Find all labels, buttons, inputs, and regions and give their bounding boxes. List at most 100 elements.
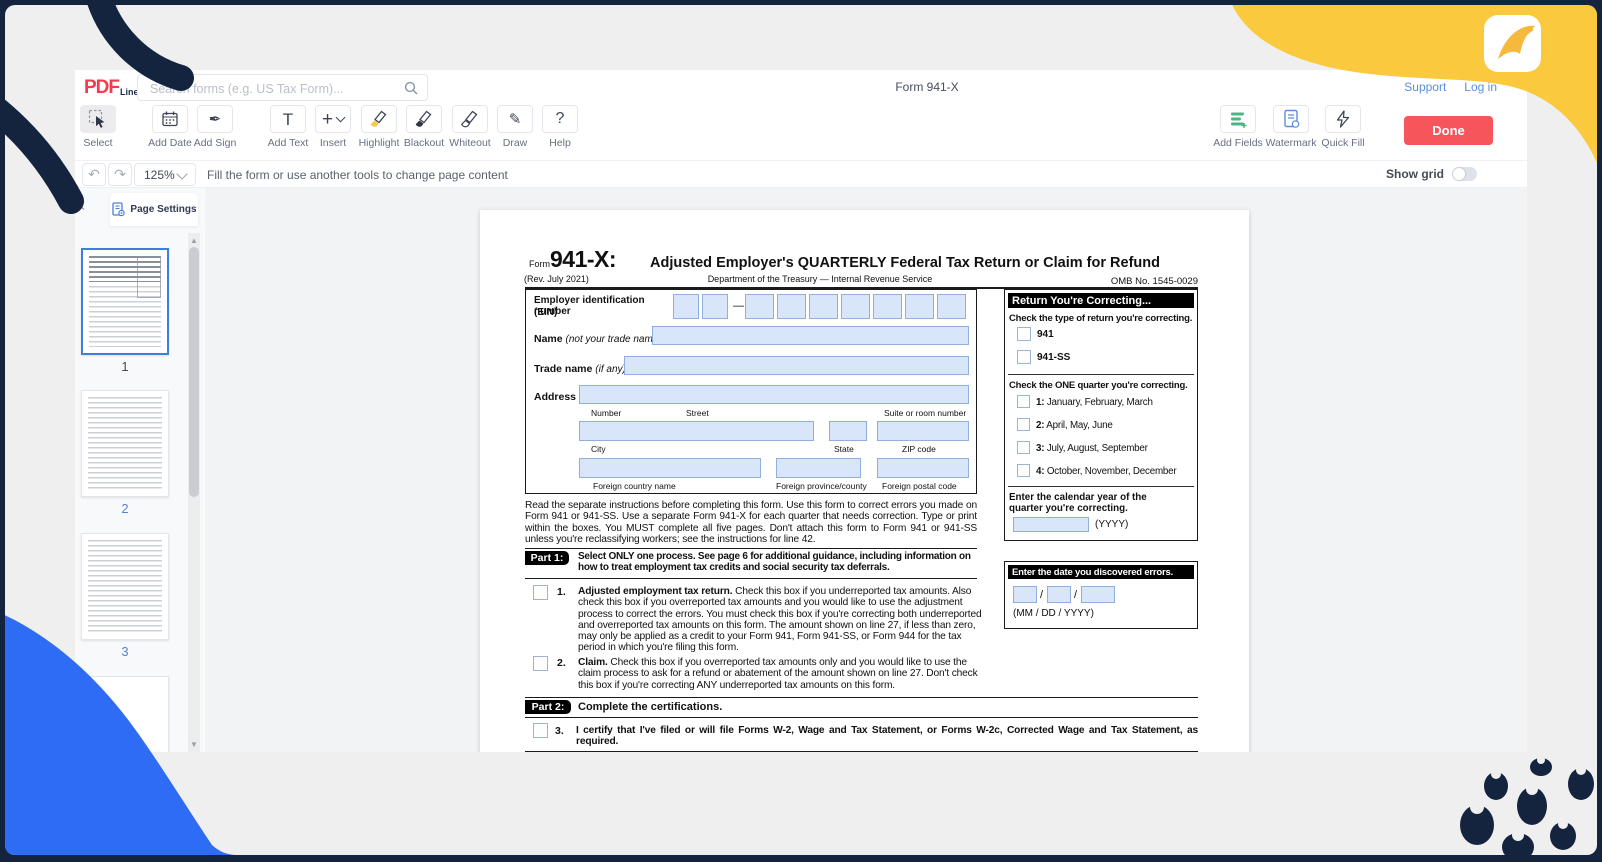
pdfliner-app: PDFLiner Form 941-X Support Log in Selec… (75, 70, 1527, 752)
form-dept: Department of the Treasury — Internal Re… (570, 274, 1070, 284)
zoom-select[interactable]: 125% (134, 163, 196, 186)
arc-stroke-top-left (98, 5, 181, 78)
page-thumbnail-3[interactable] (81, 533, 169, 640)
form-number: 941-X: (550, 246, 616, 273)
highlight-brush-icon (369, 109, 389, 129)
date-format-hint: (MM / DD / YYYY) (1013, 608, 1094, 619)
foreign-province-input[interactable] (776, 458, 861, 478)
trade-name-input[interactable] (624, 356, 969, 375)
scroll-down-icon[interactable]: ▼ (188, 740, 200, 749)
thumbnail-preview (137, 256, 161, 298)
item2-text: Claim. Check this box if you overreporte… (578, 657, 982, 691)
blackout-brush-icon (414, 109, 434, 129)
checkbox-q3[interactable] (1017, 441, 1030, 454)
chevron-down-icon (176, 168, 187, 179)
login-link[interactable]: Log in (1464, 80, 1497, 94)
document-title: Form 941-X (852, 80, 1002, 94)
checkbox-item-1[interactable] (533, 585, 548, 600)
collapse-sidebar-icon[interactable]: ‹ (79, 196, 85, 215)
done-button[interactable]: Done (1404, 116, 1493, 145)
search-icon[interactable] (404, 81, 418, 95)
part1-title: Select ONLY one process. See page 6 for … (578, 551, 982, 574)
zip-input[interactable] (877, 421, 969, 441)
brand-mark-card (1484, 15, 1541, 72)
page-number-1[interactable]: 1 (81, 359, 169, 374)
employer-info-block: Employer identification number (EIN) — N… (525, 289, 977, 494)
page-number-2[interactable]: 2 (81, 501, 169, 516)
main-toolbar: Select Add Date ✒ Add Sign T Add Text + … (75, 105, 1527, 160)
year-input[interactable] (1013, 517, 1089, 532)
divider (525, 697, 1198, 698)
tool-add-sign[interactable]: ✒ Add Sign (183, 105, 247, 149)
label-941ss: 941-SS (1037, 352, 1070, 363)
city-input[interactable] (579, 421, 814, 441)
calendar-icon (161, 110, 179, 128)
checkbox-941[interactable] (1017, 327, 1031, 341)
tool-select[interactable]: Select (66, 105, 130, 149)
logo-pdf-text: PDF (84, 77, 119, 98)
item2-number: 2. (557, 657, 566, 669)
show-grid-control: Show grid (1386, 167, 1477, 181)
form-941x-page: Form 941-X: (Rev. July 2021) Adjusted Em… (480, 210, 1249, 752)
date-yyyy-input[interactable] (1081, 586, 1115, 603)
state-input[interactable] (829, 421, 867, 441)
whiteout-brush-icon (460, 109, 480, 129)
page-thumbnail-1[interactable] (81, 248, 169, 355)
checkbox-q4[interactable] (1017, 464, 1030, 477)
address-input[interactable] (579, 385, 969, 404)
checkbox-q2[interactable] (1017, 418, 1030, 431)
undo-button[interactable]: ↶ (82, 163, 106, 186)
page-thumbnail-4[interactable] (81, 676, 169, 752)
page-settings-tab[interactable]: Page Settings (110, 193, 198, 226)
chevron-down-icon (336, 113, 346, 123)
year-label-1: Enter the calendar year of the (1009, 492, 1147, 503)
select-cursor-icon (88, 109, 108, 129)
form-intro: Read the separate instructions before co… (525, 500, 977, 545)
street-sublabel: Street (686, 408, 709, 418)
tool-quick-fill[interactable]: Quick Fill (1311, 105, 1375, 149)
checkbox-q1[interactable] (1017, 395, 1030, 408)
search-bar (137, 74, 428, 101)
support-link[interactable]: Support (1404, 80, 1446, 94)
tool-help[interactable]: ? Help (528, 105, 592, 149)
checkbox-941ss[interactable] (1017, 350, 1031, 364)
part1-badge: Part 1: (525, 551, 569, 565)
type-label: Check the type of return you're correcti… (1009, 313, 1192, 324)
plus-icon: + (322, 110, 333, 129)
date-dd-input[interactable] (1047, 586, 1071, 603)
ein-boxes-first[interactable] (673, 294, 728, 319)
page-number-3[interactable]: 3 (81, 644, 169, 659)
zip-sublabel: ZIP code (902, 444, 936, 454)
show-grid-toggle[interactable] (1452, 167, 1477, 181)
number-sublabel: Number (591, 408, 621, 418)
app-header: PDFLiner Form 941-X Support Log in (75, 70, 1527, 105)
date-mm-input[interactable] (1013, 586, 1037, 603)
redo-button[interactable]: ↷ (108, 163, 132, 186)
name-input[interactable] (652, 326, 969, 345)
divider (525, 578, 977, 579)
toolbar-hint: Fill the form or use another tools to ch… (207, 168, 508, 182)
item3-text: I certify that I've filed or will file F… (576, 725, 1198, 748)
scrollbar-thumb[interactable] (189, 247, 199, 497)
page-thumbnail-2[interactable] (81, 390, 169, 497)
checkbox-item-3[interactable] (533, 723, 548, 738)
date-sep-2: / (1074, 589, 1077, 601)
header-links: Support Log in (1404, 80, 1497, 94)
pdfliner-logo[interactable]: PDFLiner (84, 77, 141, 99)
foreign-country-input[interactable] (579, 458, 761, 478)
search-input[interactable] (148, 76, 392, 101)
ein-boxes-second[interactable] (745, 294, 966, 319)
scroll-up-icon[interactable]: ▲ (188, 236, 200, 245)
help-icon: ? (556, 111, 565, 127)
foreign-postal-sublabel: Foreign postal code (882, 481, 957, 491)
checkbox-item-2[interactable] (533, 656, 548, 671)
date-discovered-header: Enter the date you discovered errors. (1008, 565, 1194, 579)
city-sublabel: City (591, 444, 606, 454)
quarter-4: 4: October, November, December (1036, 466, 1176, 477)
screenshot-frame: PDFLiner Form 941-X Support Log in Selec… (0, 0, 1602, 862)
name-label: Name (not your trade name) (534, 333, 662, 345)
add-fields-icon (1228, 109, 1248, 129)
trade-name-label: Trade name (if any) (534, 363, 626, 375)
foreign-postal-input[interactable] (877, 458, 969, 478)
sidebar-scrollbar[interactable]: ▲ ▼ (188, 233, 200, 752)
